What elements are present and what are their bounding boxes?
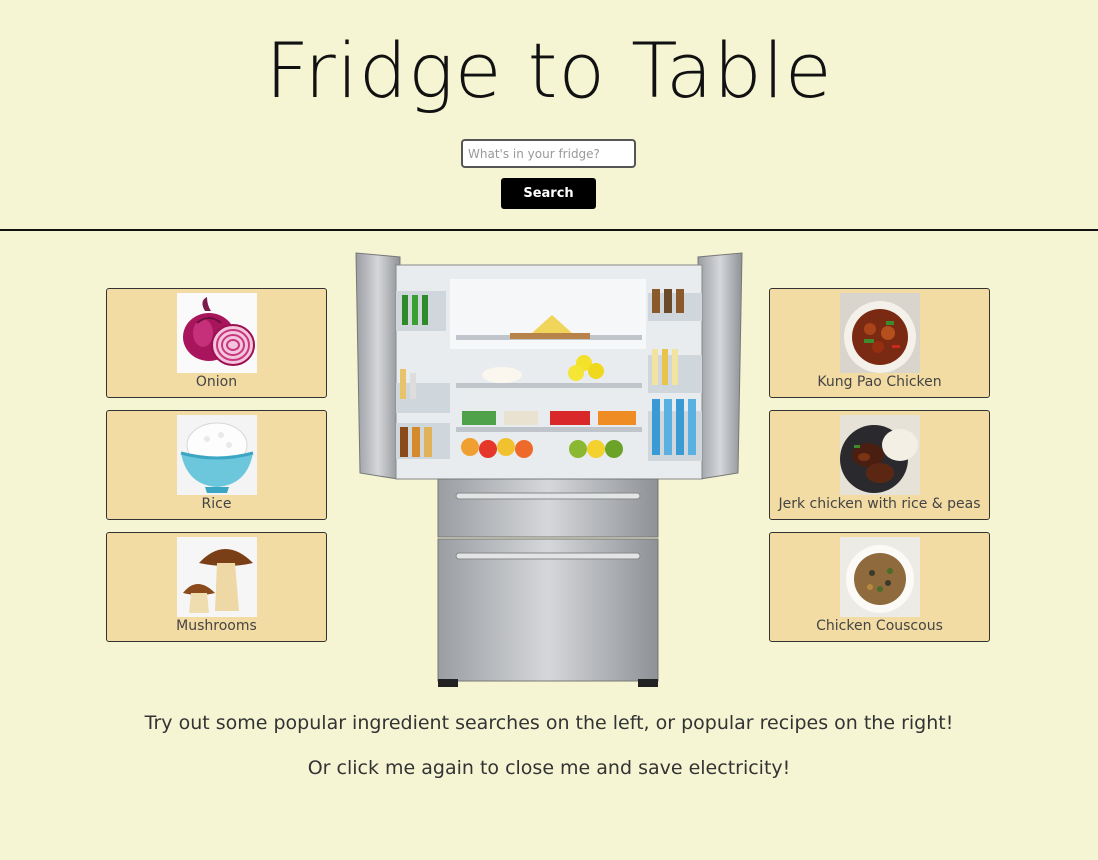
site-title: Fridge to Table [265, 26, 833, 115]
onion-icon [177, 293, 257, 373]
recipe-card-kung-pao-chicken[interactable]: Kung Pao Chicken [769, 288, 990, 398]
ingredient-label: Mushrooms [176, 618, 257, 634]
jerk-chicken-photo [840, 415, 920, 495]
ingredient-card-onion[interactable]: Onion [106, 288, 327, 398]
recipe-card-jerk-chicken[interactable]: Jerk chicken with rice & peas [769, 410, 990, 520]
ingredient-card-rice[interactable]: Rice [106, 410, 327, 520]
mushroom-icon [177, 537, 257, 617]
chicken-couscous-photo [840, 537, 920, 617]
recipe-label: Chicken Couscous [816, 618, 943, 634]
recipe-label: Jerk chicken with rice & peas [778, 496, 981, 512]
recipe-label: Kung Pao Chicken [817, 374, 942, 390]
ingredient-card-mushrooms[interactable]: Mushrooms [106, 532, 327, 642]
ingredient-label: Onion [195, 374, 238, 390]
close-hint-text: Or click me again to close me and save e… [307, 757, 791, 779]
header: Fridge to Table Search [0, 0, 1098, 231]
search-button[interactable]: Search [501, 178, 596, 209]
search-input[interactable] [461, 139, 636, 168]
recipe-card-chicken-couscous[interactable]: Chicken Couscous [769, 532, 990, 642]
hint-text: Try out some popular ingredient searches… [144, 712, 954, 734]
ingredient-label: Rice [201, 496, 232, 512]
kung-pao-chicken-photo [840, 293, 920, 373]
rice-bowl-icon [177, 415, 257, 495]
open-fridge-image[interactable] [352, 251, 747, 688]
